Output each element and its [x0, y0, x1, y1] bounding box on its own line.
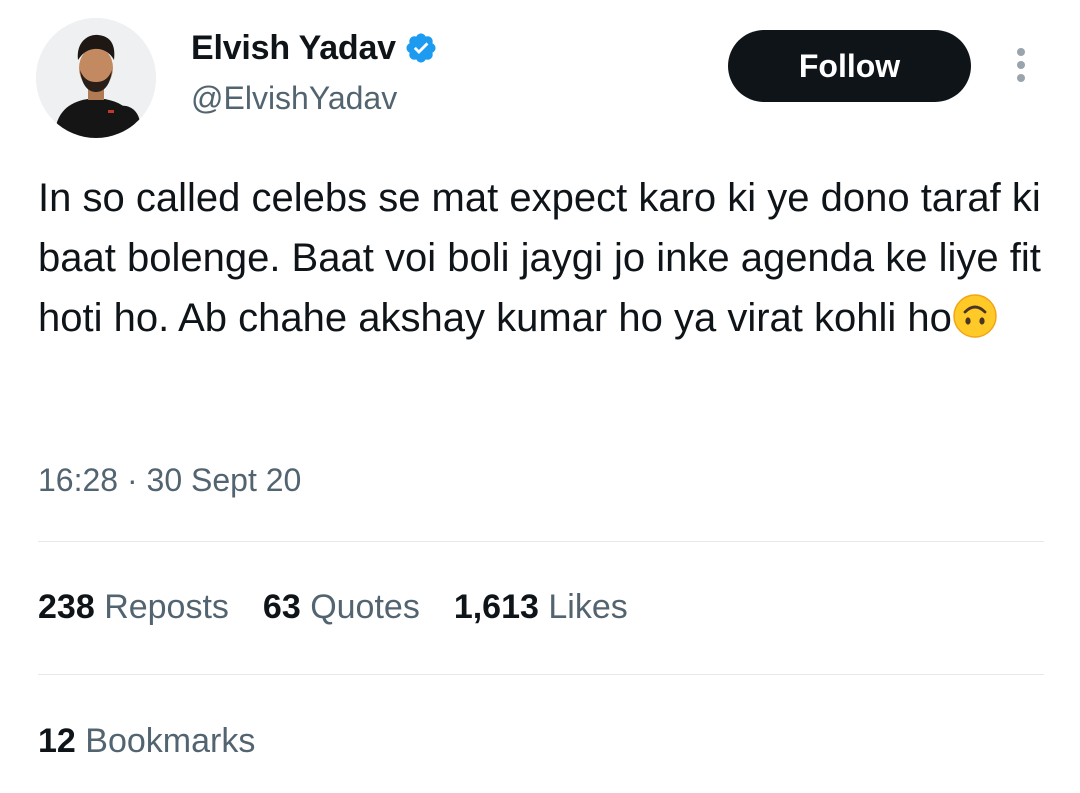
bookmarks-stat[interactable]: 12 Bookmarks: [38, 722, 255, 761]
verified-badge-icon[interactable]: [404, 31, 438, 65]
author-handle[interactable]: @ElvishYadav: [191, 80, 397, 117]
tweet-text: In so called celebs se mat expect karo k…: [38, 168, 1048, 348]
tweet-date: 30 Sept 20: [146, 462, 302, 498]
more-options-icon[interactable]: [1008, 44, 1034, 86]
avatar-image: [36, 18, 156, 138]
reposts-label: Reposts: [104, 588, 229, 626]
follow-button[interactable]: Follow: [728, 30, 971, 102]
meta-separator: ·: [126, 462, 138, 498]
reposts-stat[interactable]: 238 Reposts: [38, 588, 229, 627]
tweet-timestamp[interactable]: 16:28 · 30 Sept 20: [38, 462, 301, 499]
tweet-time: 16:28: [38, 462, 119, 498]
quotes-label: Quotes: [310, 588, 420, 626]
divider: [38, 674, 1044, 675]
tweet-card: Elvish Yadav @ElvishYadav Follow In so c…: [0, 0, 1080, 793]
quotes-count: 63: [262, 588, 301, 626]
upside-down-face-icon: [952, 293, 998, 339]
likes-stat[interactable]: 1,613 Likes: [454, 588, 628, 627]
engagement-stats: 238 Reposts 63 Quotes 1,613 Likes: [38, 588, 628, 627]
tweet-body: In so called celebs se mat expect karo k…: [38, 176, 1041, 340]
likes-count: 1,613: [453, 588, 539, 626]
bookmarks-count: 12: [38, 722, 76, 760]
quotes-stat[interactable]: 63 Quotes: [263, 588, 420, 627]
bookmarks-label: Bookmarks: [85, 722, 256, 760]
reposts-count: 238: [38, 588, 95, 626]
avatar[interactable]: [36, 18, 156, 138]
display-name[interactable]: Elvish Yadav: [191, 29, 396, 68]
divider: [38, 541, 1044, 542]
likes-label: Likes: [548, 588, 628, 626]
author-name-row: Elvish Yadav: [191, 26, 438, 70]
